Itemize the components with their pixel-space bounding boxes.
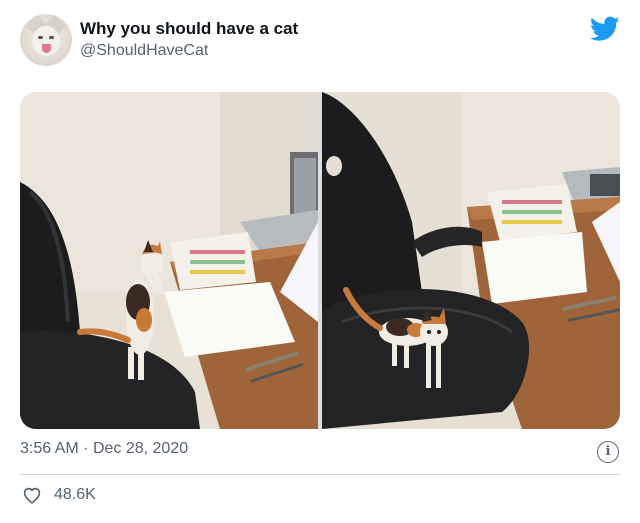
like-count: 48.6K — [54, 486, 96, 503]
display-name[interactable]: Why you should have a cat — [80, 19, 298, 39]
tweet-date: Dec 28, 2020 — [92, 440, 189, 457]
info-icon[interactable]: i — [597, 441, 619, 463]
avatar-tongue — [42, 44, 51, 53]
tweet-timestamp[interactable]: 3:56 AM · Dec 28, 2020 — [20, 440, 188, 458]
twitter-bird-icon[interactable] — [590, 16, 620, 42]
tweet-time: 3:56 AM — [20, 440, 79, 457]
author-block: Why you should have a cat @ShouldHaveCat — [80, 19, 298, 61]
like-button[interactable]: 48.6K — [22, 486, 96, 504]
divider — [20, 474, 620, 475]
avatar[interactable] — [20, 14, 72, 66]
avatar-eye — [38, 36, 43, 39]
kitten-on-chair-photo[interactable] — [322, 92, 620, 429]
media-grid[interactable] — [20, 92, 620, 429]
tweet-card: Why you should have a cat @ShouldHaveCat — [0, 0, 640, 523]
avatar-eye — [49, 36, 54, 39]
kitten-reaching-desk-photo[interactable] — [20, 92, 318, 429]
heart-icon — [23, 487, 41, 504]
user-handle[interactable]: @ShouldHaveCat — [80, 41, 298, 61]
timestamp-separator: · — [83, 440, 89, 457]
